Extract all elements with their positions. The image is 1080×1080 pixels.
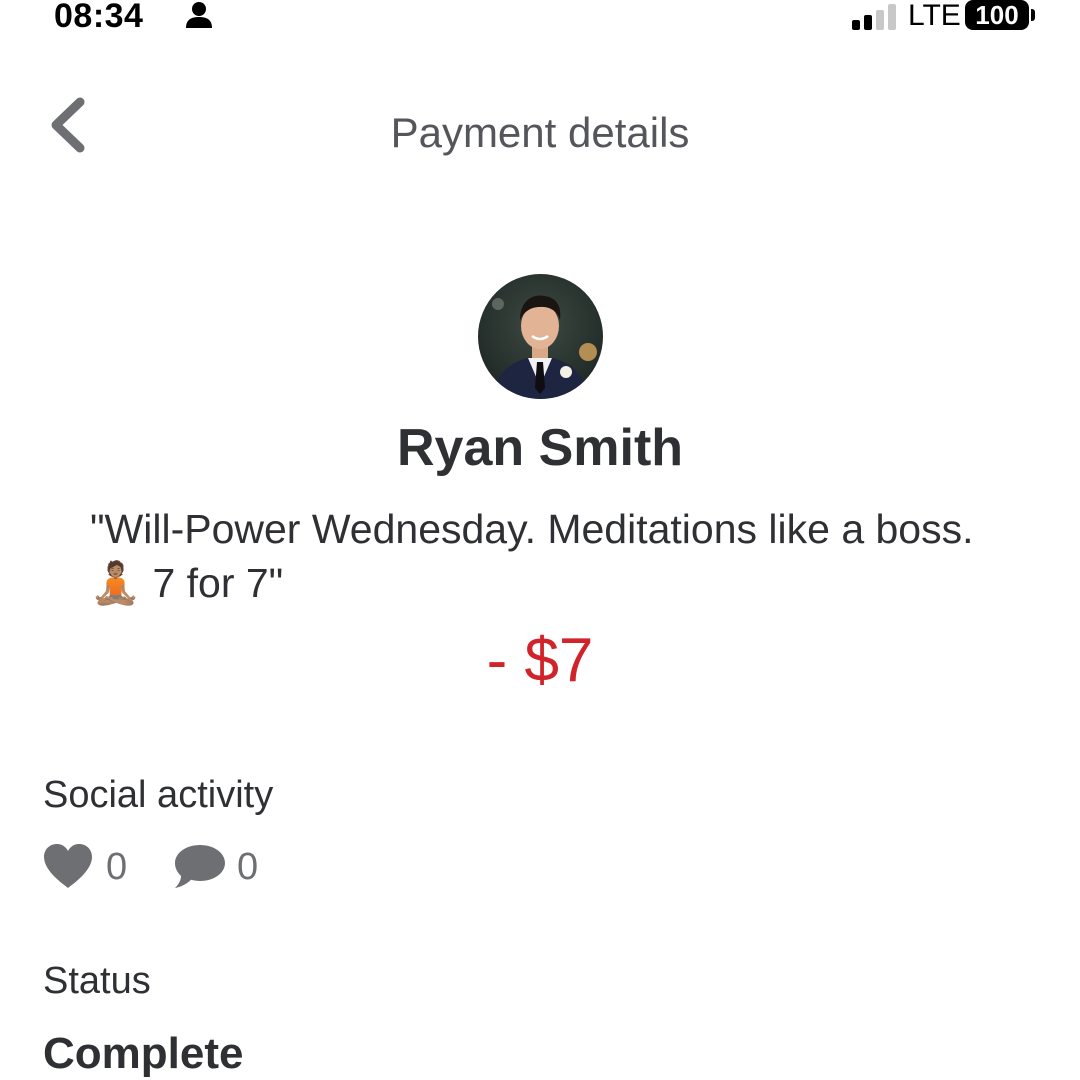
signal-strength-icon <box>852 4 896 30</box>
like-count: 0 <box>106 846 128 888</box>
status-label: Status <box>43 960 151 1002</box>
payment-details-screen: 08:34 LTE 100 Payment details Ryan Smith… <box>0 0 1080 1080</box>
payment-note: "Will-Power Wednesday. Meditations like … <box>90 506 974 606</box>
payment-amount: - $7 <box>486 626 594 695</box>
page-title: Payment details <box>390 109 690 156</box>
person-icon <box>186 2 212 28</box>
avatar-photo <box>478 274 603 399</box>
comment-count: 0 <box>237 846 259 888</box>
status-value: Complete <box>43 1029 244 1078</box>
battery-level: 100 <box>965 0 1029 30</box>
avatar[interactable] <box>478 274 603 399</box>
network-type: LTE <box>908 0 961 32</box>
social-activity-label: Social activity <box>43 774 274 816</box>
heart-icon[interactable] <box>42 842 94 890</box>
battery-nub <box>1031 9 1035 21</box>
user-name[interactable]: Ryan Smith <box>0 420 1080 476</box>
status-time: 08:34 <box>54 0 144 35</box>
comment-bubble-icon[interactable] <box>173 842 227 890</box>
